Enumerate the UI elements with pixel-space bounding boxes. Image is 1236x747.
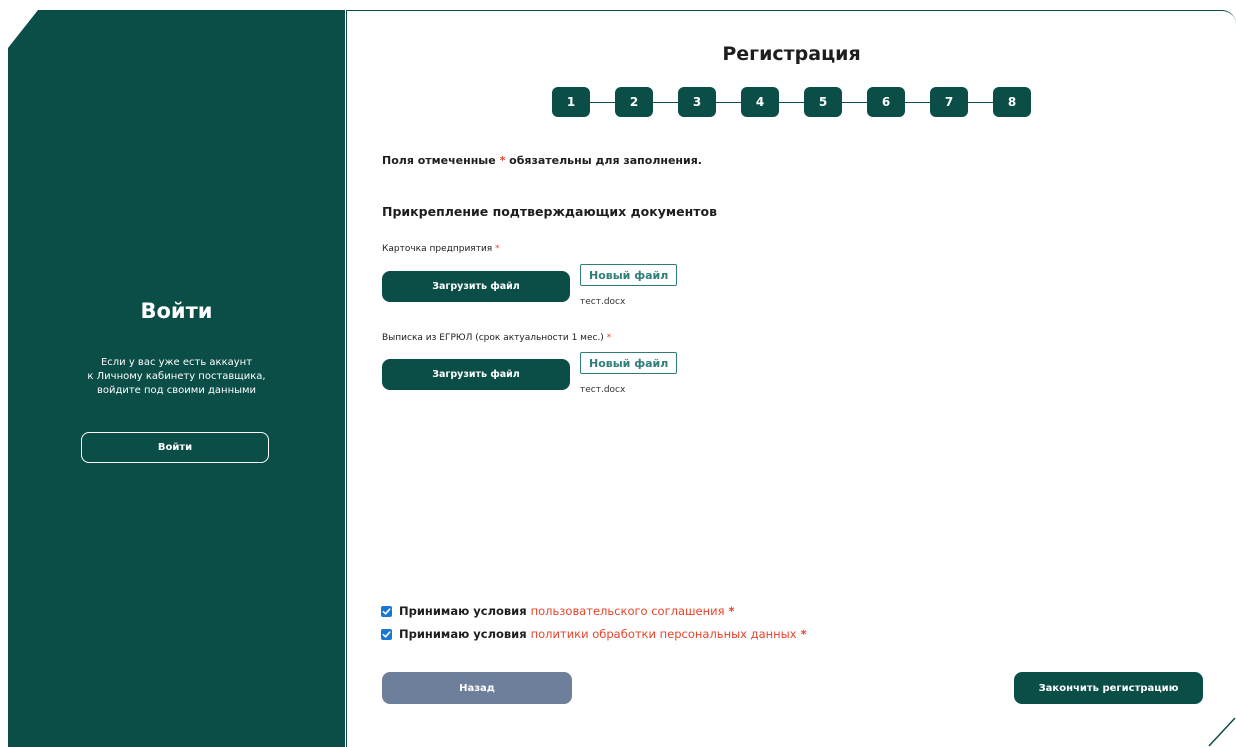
field-label-text: Выписка из ЕГРЮЛ (срок актуальности 1 ме… bbox=[382, 333, 604, 343]
egrul-extract-label: Выписка из ЕГРЮЛ (срок актуальности 1 ме… bbox=[382, 333, 611, 343]
required-star: * bbox=[606, 333, 612, 343]
step-7[interactable]: 7 bbox=[930, 87, 968, 117]
new-file-tag[interactable]: Новый файл bbox=[580, 264, 678, 286]
required-star: * bbox=[499, 154, 506, 167]
step-6[interactable]: 6 bbox=[867, 87, 905, 117]
required-note-text: обязательны для заполнения. bbox=[509, 154, 702, 167]
login-description-line: к Личному кабинету поставщика, bbox=[87, 371, 266, 382]
required-fields-note: Поля отмеченные * обязательны для заполн… bbox=[382, 154, 702, 167]
privacy-policy-link[interactable]: политики обработки персональных данных bbox=[531, 627, 797, 641]
agreement-text: Принимаю условия bbox=[399, 604, 527, 618]
corner-decoration bbox=[1208, 717, 1236, 747]
registration-page: Войти Если у вас уже есть аккаунт к Личн… bbox=[0, 0, 1236, 747]
login-button[interactable]: Войти bbox=[81, 432, 269, 463]
required-star: * bbox=[495, 244, 500, 254]
uploaded-file-name: тест.docx bbox=[580, 385, 626, 395]
upload-egrul-button[interactable]: Загрузить файл bbox=[382, 359, 570, 390]
step-5[interactable]: 5 bbox=[804, 87, 842, 117]
required-star: * bbox=[800, 627, 807, 641]
new-file-tag[interactable]: Новый файл bbox=[580, 352, 678, 374]
agreement-text: Принимаю условия bbox=[399, 627, 527, 641]
step-indicator: 1 2 3 4 5 6 7 8 bbox=[552, 87, 1032, 117]
page-title: Регистрация bbox=[722, 43, 861, 65]
step-2[interactable]: 2 bbox=[615, 87, 653, 117]
login-panel: Войти Если у вас уже есть аккаунт к Личн… bbox=[8, 10, 345, 747]
required-star: * bbox=[728, 604, 735, 618]
back-button[interactable]: Назад bbox=[382, 672, 572, 704]
company-card-label: Карточка предприятия * bbox=[382, 244, 500, 254]
privacy-policy-checkbox[interactable] bbox=[381, 628, 392, 640]
user-agreement-link[interactable]: пользовательского соглашения bbox=[531, 604, 725, 618]
login-description: Если у вас уже есть аккаунт к Личному ка… bbox=[8, 356, 345, 398]
step-1[interactable]: 1 bbox=[552, 87, 590, 117]
upload-company-card-button[interactable]: Загрузить файл bbox=[382, 271, 570, 302]
required-note-text: Поля отмеченные bbox=[382, 154, 496, 167]
step-4[interactable]: 4 bbox=[741, 87, 779, 117]
login-description-line: войдите под своими данными bbox=[96, 385, 257, 396]
step-3[interactable]: 3 bbox=[678, 87, 716, 117]
checkmark-icon bbox=[382, 630, 391, 638]
checkmark-icon bbox=[382, 607, 391, 615]
finish-registration-button[interactable]: Закончить регистрацию bbox=[1014, 672, 1203, 704]
registration-card: Регистрация 1 2 3 4 5 6 7 8 Поля отмечен… bbox=[346, 10, 1236, 747]
login-description-line: Если у вас уже есть аккаунт bbox=[100, 357, 253, 368]
field-label-text: Карточка предприятия bbox=[382, 244, 493, 254]
uploaded-file-name: тест.docx bbox=[580, 297, 626, 307]
section-title: Прикрепление подтверждающих документов bbox=[382, 204, 717, 219]
agreement-user-terms: Принимаю условия пользовательского согла… bbox=[381, 604, 735, 618]
step-8[interactable]: 8 bbox=[993, 87, 1031, 117]
agreement-privacy-policy: Принимаю условия политики обработки перс… bbox=[381, 627, 807, 641]
user-terms-checkbox[interactable] bbox=[381, 605, 392, 617]
login-title: Войти bbox=[140, 299, 213, 323]
